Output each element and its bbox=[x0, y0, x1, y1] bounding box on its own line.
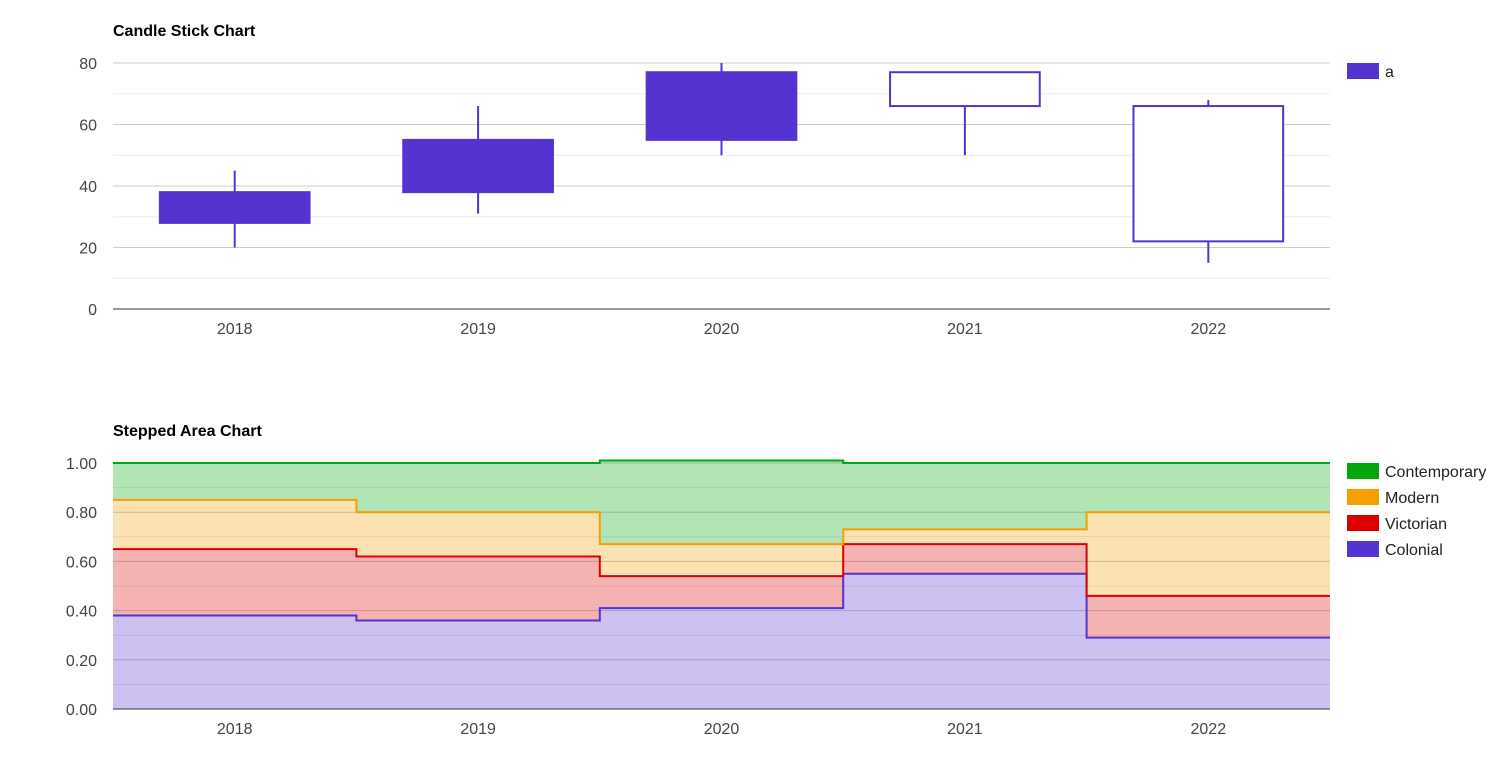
legend-label: Victorian bbox=[1385, 516, 1447, 533]
x-tick-label: 2022 bbox=[1191, 321, 1227, 338]
x-tick-label: 2020 bbox=[704, 321, 740, 338]
legend-label: a bbox=[1385, 64, 1394, 81]
x-tick-label: 2018 bbox=[217, 721, 253, 738]
legend-label: Modern bbox=[1385, 490, 1439, 507]
candlestick-chart: Candle Stick Chart 0 20 40 60 80 2018 2019 2020 2… bbox=[0, 0, 1506, 381]
x-tick-label: 2019 bbox=[460, 721, 496, 738]
y-tick-label: 0.80 bbox=[66, 505, 97, 522]
candle-body bbox=[1132, 105, 1285, 243]
chart-title: Candle Stick Chart bbox=[113, 23, 256, 40]
candle-body bbox=[402, 138, 554, 194]
y-tick-label: 0.40 bbox=[66, 604, 97, 621]
legend-swatch bbox=[1347, 515, 1379, 531]
legend-swatch bbox=[1347, 489, 1379, 505]
y-tick-label: 0.20 bbox=[66, 653, 97, 670]
stepped-area-svg: Stepped Area Chart 0.00 0.20 0.40 0.60 0.80 1.… bbox=[66, 423, 1487, 738]
x-tick-label: 2021 bbox=[947, 321, 983, 338]
y-tick-label: 40 bbox=[79, 179, 97, 196]
y-tick-label: 1.00 bbox=[66, 456, 97, 473]
y-tick-label: 20 bbox=[79, 241, 97, 258]
x-tick-label: 2018 bbox=[217, 321, 253, 338]
x-tick-label: 2020 bbox=[704, 721, 740, 738]
candle-body bbox=[645, 71, 798, 141]
stepped-area-chart: Stepped Area Chart 0.00 0.20 0.40 0.60 0.80 1.… bbox=[0, 400, 1506, 762]
candle-body bbox=[158, 191, 311, 224]
legend-swatch bbox=[1347, 463, 1379, 479]
x-tick-label: 2022 bbox=[1191, 721, 1227, 738]
legend-swatch bbox=[1347, 63, 1379, 79]
x-tick-label: 2021 bbox=[947, 721, 983, 738]
y-tick-label: 0.60 bbox=[66, 554, 97, 571]
y-tick-label: 80 bbox=[79, 56, 97, 73]
y-tick-label: 60 bbox=[79, 118, 97, 135]
candle-body bbox=[889, 71, 1041, 108]
legend-label: Colonial bbox=[1385, 542, 1443, 559]
legend-label: Contemporary bbox=[1385, 464, 1486, 481]
candlestick-svg: Candle Stick Chart 0 20 40 60 80 2018 2019 2020 2… bbox=[79, 23, 1394, 338]
legend-swatch bbox=[1347, 541, 1379, 557]
y-tick-label: 0.00 bbox=[66, 702, 97, 719]
x-tick-label: 2019 bbox=[460, 321, 496, 338]
y-tick-label: 0 bbox=[88, 302, 97, 319]
chart-title: Stepped Area Chart bbox=[113, 423, 262, 440]
